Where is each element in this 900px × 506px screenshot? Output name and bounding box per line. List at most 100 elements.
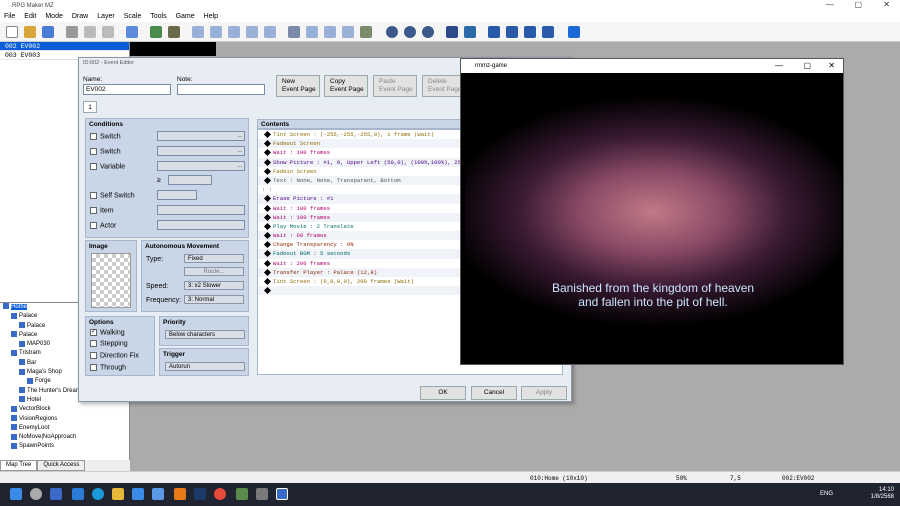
ellipse-icon[interactable] xyxy=(324,26,336,38)
open-project-icon[interactable] xyxy=(24,26,36,38)
tab-quick-access[interactable]: Quick Access xyxy=(37,460,86,471)
undo-icon[interactable] xyxy=(126,26,138,38)
delete-event-page-button[interactable]: Delete Event Page xyxy=(422,75,462,97)
maximize-button[interactable]: ▢ xyxy=(854,0,862,9)
menu-file[interactable]: File xyxy=(4,13,15,20)
close-button[interactable]: ✕ xyxy=(883,0,890,9)
item-checkbox[interactable] xyxy=(90,207,97,214)
mail-icon[interactable] xyxy=(72,488,84,500)
chrome-icon[interactable] xyxy=(214,488,226,500)
game-minimize-button[interactable]: — xyxy=(775,61,783,70)
vlc-icon[interactable] xyxy=(174,488,186,500)
pencil-icon[interactable] xyxy=(288,26,300,38)
new-project-icon[interactable] xyxy=(6,26,18,38)
layer3-icon[interactable] xyxy=(228,26,240,38)
shadow-pen-icon[interactable] xyxy=(360,26,372,38)
playtest-icon[interactable] xyxy=(568,26,580,38)
zoom-actual-icon[interactable] xyxy=(422,26,434,38)
speed-select[interactable]: 3: x2 Slower xyxy=(184,281,244,290)
file-explorer-icon[interactable] xyxy=(112,488,124,500)
map-mode-icon[interactable] xyxy=(150,26,162,38)
new-event-page-button[interactable]: New Event Page xyxy=(276,75,320,97)
tab-page-1[interactable]: 1 xyxy=(83,101,97,113)
search-icon[interactable] xyxy=(30,488,42,500)
menu-scale[interactable]: Scale xyxy=(124,13,142,20)
ok-button[interactable]: OK xyxy=(420,386,466,400)
direction-fix-checkbox[interactable] xyxy=(90,352,97,359)
sound-test-icon[interactable] xyxy=(488,26,500,38)
character-generator-icon[interactable] xyxy=(524,26,536,38)
layer-auto-icon[interactable] xyxy=(264,26,276,38)
route-button[interactable]: Route... xyxy=(184,267,244,276)
menu-game[interactable]: Game xyxy=(176,13,195,20)
type-select[interactable]: Fixed xyxy=(184,254,244,263)
start-icon[interactable] xyxy=(10,488,22,500)
actor-checkbox[interactable] xyxy=(90,222,97,229)
menu-help[interactable]: Help xyxy=(204,13,218,20)
language-indicator[interactable]: ENG xyxy=(820,491,833,497)
map-tree-item[interactable]: SpawnPoints xyxy=(0,442,129,451)
menu-tools[interactable]: Tools xyxy=(150,13,166,20)
resource-manager-icon[interactable] xyxy=(542,26,554,38)
layer1-icon[interactable] xyxy=(192,26,204,38)
plugin-manager-icon[interactable] xyxy=(464,26,476,38)
actor-select[interactable] xyxy=(157,220,245,230)
photos-icon[interactable] xyxy=(152,488,164,500)
rpgmaker-icon[interactable] xyxy=(256,488,268,500)
cut-icon[interactable] xyxy=(66,26,78,38)
game-maximize-button[interactable]: ▢ xyxy=(803,61,811,70)
name-field[interactable]: EV002 xyxy=(83,84,171,95)
note-field[interactable] xyxy=(177,84,265,95)
list-item[interactable]: 002 EV002 xyxy=(0,42,129,51)
tab-map-tree[interactable]: Map Tree xyxy=(0,460,38,471)
character-image-picker[interactable] xyxy=(91,253,131,308)
paste-event-page-button[interactable]: Paste Event Page xyxy=(373,75,417,97)
save-project-icon[interactable] xyxy=(42,26,54,38)
zoom-out-icon[interactable] xyxy=(404,26,416,38)
self-switch-select[interactable] xyxy=(157,190,197,200)
edge-icon[interactable] xyxy=(92,488,104,500)
switch1-select[interactable]: ... xyxy=(157,131,245,141)
variable-checkbox[interactable] xyxy=(90,163,97,170)
copy-icon[interactable] xyxy=(84,26,96,38)
menu-layer[interactable]: Layer xyxy=(97,13,115,20)
walking-checkbox[interactable]: ✓ xyxy=(90,329,97,336)
store-icon[interactable] xyxy=(132,488,144,500)
copy-event-page-button[interactable]: Copy Event Page xyxy=(324,75,368,97)
switch1-checkbox[interactable] xyxy=(90,133,97,140)
clock[interactable]: 14:10 1/8/2568 xyxy=(871,487,894,501)
trigger-select[interactable]: Autorun xyxy=(165,362,245,371)
minimize-button[interactable]: — xyxy=(826,0,834,9)
event-searcher-icon[interactable] xyxy=(506,26,518,38)
fill-icon[interactable] xyxy=(342,26,354,38)
rectangle-icon[interactable] xyxy=(306,26,318,38)
steam-icon[interactable] xyxy=(194,488,206,500)
variable-select[interactable]: ... xyxy=(157,161,245,171)
cancel-button[interactable]: Cancel xyxy=(471,386,517,400)
stepping-checkbox[interactable] xyxy=(90,340,97,347)
priority-select[interactable]: Below characters xyxy=(165,330,245,339)
map-tree-item[interactable]: EnemyLoot xyxy=(0,424,129,433)
game-taskbar-icon[interactable] xyxy=(276,488,288,500)
layer4-icon[interactable] xyxy=(246,26,258,38)
database-icon[interactable] xyxy=(446,26,458,38)
through-checkbox[interactable] xyxy=(90,364,97,371)
item-select[interactable] xyxy=(157,205,245,215)
layer2-icon[interactable] xyxy=(210,26,222,38)
menu-mode[interactable]: Mode xyxy=(45,13,63,20)
app-icon[interactable] xyxy=(236,488,248,500)
switch2-checkbox[interactable] xyxy=(90,148,97,155)
map-tree-item[interactable]: VisionRegions xyxy=(0,414,129,424)
map-tree-item[interactable]: VectorBlock xyxy=(0,405,129,414)
paste-icon[interactable] xyxy=(102,26,114,38)
event-mode-icon[interactable] xyxy=(168,26,180,38)
switch2-select[interactable]: ... xyxy=(157,146,245,156)
game-close-button[interactable]: ✕ xyxy=(828,61,835,70)
zoom-in-icon[interactable] xyxy=(386,26,398,38)
menu-edit[interactable]: Edit xyxy=(24,13,36,20)
self-switch-checkbox[interactable] xyxy=(90,192,97,199)
map-tree-item[interactable]: NoMove|NoApproach xyxy=(0,433,129,442)
frequency-select[interactable]: 3: Normal xyxy=(184,295,244,304)
menu-draw[interactable]: Draw xyxy=(72,13,88,20)
apply-button[interactable]: Apply xyxy=(521,386,567,400)
